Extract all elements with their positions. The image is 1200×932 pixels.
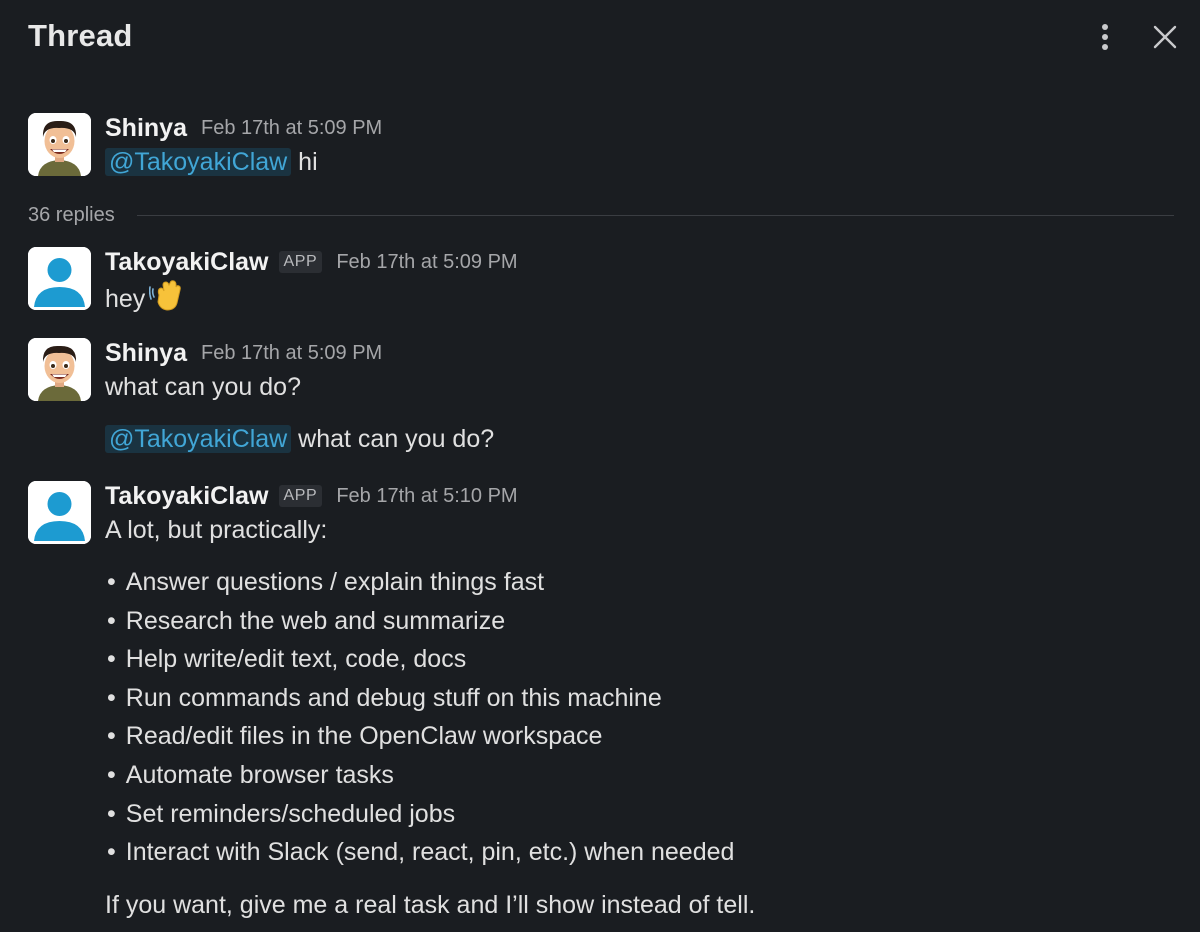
thread-title: Thread [28, 18, 133, 53]
message: Shinya Feb 17th at 5:09 PM what can you … [28, 338, 1178, 468]
close-icon[interactable] [1148, 20, 1182, 54]
author-name[interactable]: TakoyakiClaw [105, 482, 269, 511]
message-text: what can you do? [105, 373, 301, 401]
author-name[interactable]: Shinya [105, 339, 187, 368]
list-item: Help write/edit text, code, docs [105, 640, 1165, 679]
message-body: Shinya Feb 17th at 5:09 PM @TakoyakiClaw… [105, 113, 1165, 181]
message-intro: A lot, but practically: [105, 516, 328, 544]
message-body: Shinya Feb 17th at 5:09 PM what can you … [105, 338, 1165, 458]
divider-line [136, 214, 1174, 216]
mention-link[interactable]: @TakoyakiClaw [105, 148, 292, 176]
more-options-icon[interactable] [1088, 20, 1122, 54]
bot-avatar[interactable] [28, 247, 91, 310]
timestamp[interactable]: Feb 17th at 5:09 PM [201, 342, 382, 365]
replies-count: 36 replies [28, 203, 115, 226]
header-actions [1088, 20, 1182, 54]
message-header: TakoyakiClaw APP Feb 17th at 5:09 PM [105, 247, 1165, 277]
author-name[interactable]: TakoyakiClaw [105, 248, 269, 277]
timestamp[interactable]: Feb 17th at 5:09 PM [336, 251, 517, 274]
waving-hand-icon [149, 277, 185, 324]
list-item: Set reminders/scheduled jobs [105, 795, 1165, 834]
message-header: Shinya Feb 17th at 5:09 PM [105, 338, 1165, 368]
message-outro: If you want, give me a real task and I’l… [105, 890, 756, 919]
list-item: Answer questions / explain things fast [105, 563, 1165, 602]
message: TakoyakiClaw APP Feb 17th at 5:10 PM A l… [28, 481, 1178, 932]
thread-header: Thread [0, 0, 1200, 80]
list-item: Automate browser tasks [105, 756, 1165, 795]
thread-panel: Thread Shinya Feb 17th at 5:09 PM @Takoy… [0, 0, 1200, 932]
list-item: Run commands and debug stuff on this mac… [105, 679, 1165, 718]
bot-avatar[interactable] [28, 481, 91, 544]
list-item: Research the web and summarize [105, 602, 1165, 641]
replies-divider: 36 replies [28, 200, 1174, 230]
mention-link[interactable]: @TakoyakiClaw [105, 425, 292, 453]
avatar[interactable] [28, 113, 91, 176]
list-item: Interact with Slack (send, react, pin, e… [105, 833, 1165, 872]
message: TakoyakiClaw APP Feb 17th at 5:09 PM hey [28, 247, 1178, 317]
message-text-content: hey [105, 285, 146, 314]
message-body: TakoyakiClaw APP Feb 17th at 5:10 PM A l… [105, 481, 1165, 924]
avatar[interactable] [28, 338, 91, 401]
message-header: Shinya Feb 17th at 5:09 PM [105, 113, 1165, 143]
message: Shinya Feb 17th at 5:09 PM @TakoyakiClaw… [28, 113, 1178, 183]
message-text-content: hi [298, 148, 318, 176]
message-text-content: what can you do? [298, 425, 495, 453]
message-body: TakoyakiClaw APP Feb 17th at 5:09 PM hey [105, 247, 1165, 324]
message-text: hey [105, 277, 1165, 324]
message-text: @TakoyakiClaw what can you do? [105, 420, 1165, 458]
app-badge: APP [278, 485, 323, 507]
message-text: @TakoyakiClaw hi [105, 143, 1165, 181]
message-header: TakoyakiClaw APP Feb 17th at 5:10 PM [105, 481, 1165, 511]
app-badge: APP [278, 251, 323, 273]
list-item: Read/edit files in the OpenClaw workspac… [105, 717, 1165, 756]
author-name[interactable]: Shinya [105, 114, 187, 143]
bullet-list: Answer questions / explain things fast R… [105, 563, 1165, 872]
timestamp[interactable]: Feb 17th at 5:09 PM [201, 117, 382, 140]
timestamp[interactable]: Feb 17th at 5:10 PM [336, 485, 517, 508]
